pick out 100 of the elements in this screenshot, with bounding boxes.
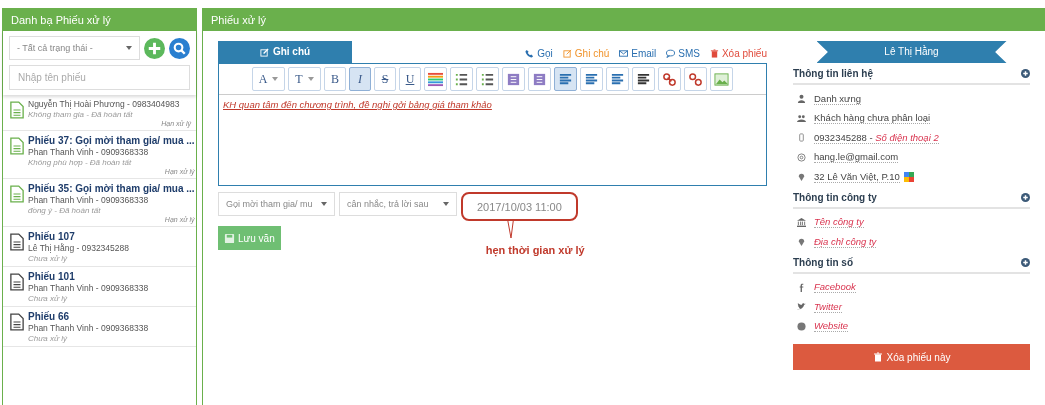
toolbar-button[interactable] xyxy=(658,67,681,91)
contact-field[interactable]: Danh xưng xyxy=(814,92,862,105)
phone-icon xyxy=(797,133,806,143)
document-icon xyxy=(10,185,24,203)
caret-icon xyxy=(321,202,327,206)
indent-icon xyxy=(506,71,521,87)
ticket-contact: Nguyễn Thị Hoài Phương - 0983404983 xyxy=(28,99,181,109)
person-icon xyxy=(797,94,806,104)
toolbar-button[interactable] xyxy=(684,67,707,91)
panel-header: Danh bạ Phiếu xử lý xyxy=(3,9,196,31)
ticket-contact: Phan Thanh Vinh - 0909368338 xyxy=(28,283,150,293)
unlink-icon xyxy=(688,71,703,87)
link-icon xyxy=(662,71,677,87)
toolbar-button[interactable]: U xyxy=(399,67,421,91)
caret-icon xyxy=(126,46,132,50)
caret-icon xyxy=(307,77,314,81)
toolbar-button[interactable]: S xyxy=(374,67,396,91)
pin-icon xyxy=(797,237,806,247)
document-icon xyxy=(10,137,24,155)
caret-icon xyxy=(443,202,449,206)
toolbar-button[interactable] xyxy=(476,67,499,91)
action-link[interactable]: Email xyxy=(619,48,657,59)
appointment-field[interactable]: 2017/10/03 11:00 xyxy=(461,192,578,221)
align-icon xyxy=(558,71,573,87)
ticket-status: Chưa xử lý xyxy=(28,254,69,263)
map-icon[interactable] xyxy=(903,171,914,182)
toolbar-button[interactable]: I xyxy=(349,67,371,91)
facebook-icon xyxy=(797,282,806,292)
ticket-title[interactable]: Phiếu 107 xyxy=(28,231,191,242)
toolbar-button[interactable]: B xyxy=(324,67,346,91)
contact-field[interactable]: 32 Lê Văn Việt, P.10 xyxy=(814,170,900,183)
document-icon xyxy=(10,233,24,251)
add-icon[interactable] xyxy=(1021,192,1030,202)
ticket-title[interactable]: Phiếu 35: Gọi mời tham gia/ mua ... xyxy=(28,183,195,194)
edit-icon xyxy=(259,47,269,57)
contact-field[interactable]: Khách hàng chưa phân loại xyxy=(814,112,931,125)
pin-icon xyxy=(797,172,806,182)
contact-field[interactable]: Website xyxy=(814,320,849,333)
campaign-select[interactable]: Gọi mời tham gia/ mu xyxy=(218,192,335,216)
envelope-icon xyxy=(619,49,629,58)
align-icon xyxy=(610,71,625,87)
search-field[interactable]: Nhập tên phiếu xyxy=(9,65,190,90)
contact-field[interactable]: Twitter xyxy=(814,300,842,313)
trash-icon xyxy=(709,49,719,58)
ticket-status: Chưa xử lý xyxy=(28,294,69,303)
group-icon xyxy=(797,113,806,123)
contact-field[interactable]: Facebook xyxy=(814,281,856,294)
ticket-status: Chưa xử lý xyxy=(28,334,69,343)
search-icon[interactable] xyxy=(169,37,190,59)
annotation: hẹn thời gian xử lý xyxy=(485,244,585,256)
color-stripes-icon xyxy=(428,71,443,87)
ticket-contact: Phan Thanh Vinh - 0909368338 xyxy=(28,147,150,157)
action-link[interactable]: Gọi xyxy=(525,48,553,59)
note-text[interactable]: KH quan tâm đến chương trình, đề nghị gởi bảng giá tham khảo xyxy=(219,95,766,185)
edit-icon xyxy=(562,49,572,58)
contact-field[interactable]: Địa chỉ công ty xyxy=(814,235,877,248)
save-icon xyxy=(224,232,235,244)
document-icon xyxy=(10,101,24,119)
action-link[interactable]: Xóa phiếu xyxy=(709,48,767,59)
ticket-status: Không phù hợp - Đã hoàn tất xyxy=(28,158,133,167)
ticket-title[interactable]: Phiếu 66 xyxy=(28,311,191,322)
section-title: Thông tin công ty xyxy=(793,191,877,203)
caret-icon xyxy=(272,77,279,81)
document-icon xyxy=(10,313,24,331)
ticket-contact: Lê Thị Hằng - 0932345288 xyxy=(28,243,130,253)
list-icon xyxy=(454,71,469,87)
image-icon xyxy=(714,71,729,87)
ticket-status: Không tham gia - Đã hoàn tất xyxy=(28,110,134,119)
ticket-title[interactable]: Phiếu 101 xyxy=(28,271,191,282)
note-tab[interactable]: Ghi chú xyxy=(218,41,352,63)
contact-field[interactable]: 0932345288 - Số điện thoại 2 xyxy=(814,131,939,144)
contact-field[interactable]: hang.le@gmail.com xyxy=(814,151,899,164)
speech-bubble-icon xyxy=(666,49,676,58)
toolbar-button[interactable] xyxy=(450,67,473,91)
trash-icon xyxy=(872,352,883,362)
ticket-title[interactable]: Phiếu 37: Gọi mời tham gia/ mua ... xyxy=(28,135,195,146)
toolbar-button[interactable]: T xyxy=(288,67,321,91)
list-icon xyxy=(480,71,495,87)
add-icon[interactable] xyxy=(1021,69,1030,78)
ticket-contact: Phan Thanh Vinh - 0909368338 xyxy=(28,323,150,333)
action-link[interactable]: SMS xyxy=(666,48,700,59)
ticket-contact: Phan Thanh Vinh - 0909368338 xyxy=(28,195,150,205)
section-title: Thông tin liên hệ xyxy=(793,68,873,79)
bank-icon xyxy=(797,217,806,227)
contact-field[interactable]: Tên công ty xyxy=(814,216,864,229)
phone-icon xyxy=(525,49,535,58)
contact-name-ribbon: Lê Thị Hằng xyxy=(816,41,1007,63)
panel-header: Phiếu xử lý xyxy=(203,9,1045,31)
delete-ticket-button[interactable]: Xóa phiếu này xyxy=(793,344,1030,370)
toolbar-button[interactable] xyxy=(632,67,655,91)
status-select[interactable]: - Tất cả trạng thái - xyxy=(9,36,140,60)
section-title: Thông tin số xyxy=(793,256,853,268)
document-icon xyxy=(10,273,24,291)
add-icon[interactable] xyxy=(1021,257,1030,267)
result-select[interactable]: cân nhắc, trả lời sau xyxy=(339,192,457,216)
ticket-status: đồng ý - Đã hoàn tất xyxy=(28,206,102,215)
toolbar-button[interactable]: A xyxy=(252,67,285,91)
indent-icon xyxy=(532,71,547,87)
align-icon xyxy=(584,71,599,87)
bird-icon xyxy=(797,302,806,312)
